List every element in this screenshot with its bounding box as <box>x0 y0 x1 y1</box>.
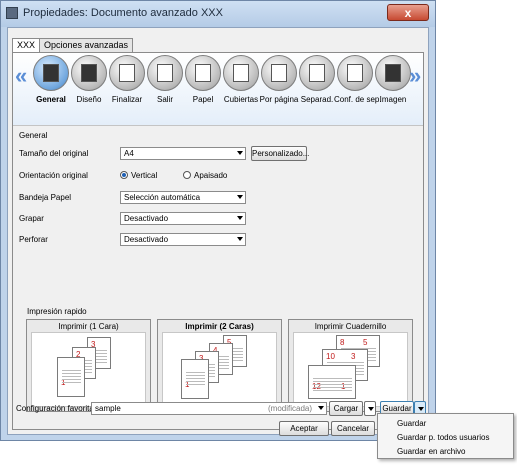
orientation-landscape-label: Apaisado <box>194 171 228 180</box>
menu-item-save-to-file[interactable]: Guardar en archivo <box>397 447 465 456</box>
category-general[interactable]: General <box>30 55 72 117</box>
load-dropdown-button[interactable] <box>364 401 376 416</box>
category-label: Finalizar <box>111 95 143 104</box>
chevron-down-icon <box>237 216 243 220</box>
quick-print-duplex[interactable]: Imprimir (2 Caras) 5 4 3 1 A4 <box>157 319 282 412</box>
quick-print-label: Imprimir (2 Caras) <box>185 322 254 331</box>
image-icon <box>385 64 401 82</box>
paper-tray-select[interactable]: Selección automática <box>120 191 246 204</box>
printer-icon <box>6 7 18 19</box>
staple-value: Desactivado <box>124 214 169 223</box>
punch-select[interactable]: Desactivado <box>120 233 246 246</box>
staple-label: Grapar <box>19 214 44 223</box>
category-output[interactable]: Salir <box>144 55 186 117</box>
scroll-right-icon[interactable]: » <box>409 63 421 89</box>
dialog-body: XXX Opciones avanzadas « General Diseño … <box>7 27 429 436</box>
category-per-page[interactable]: Por página <box>258 55 300 117</box>
document-preview: 3 2 1 <box>31 332 146 407</box>
title-bar: Propiedades: Documento avanzado XXX x <box>1 1 435 27</box>
paper-tray-value: Selección automática <box>124 193 201 202</box>
category-iconbar: « General Diseño Finalizar Salir Papel C… <box>13 53 423 125</box>
tab-advanced-options[interactable]: Opciones avanzadas <box>39 38 134 52</box>
original-size-select[interactable]: A4 <box>120 147 246 160</box>
category-label: Por página <box>259 95 299 104</box>
properties-window: Propiedades: Documento avanzado XXX x XX… <box>0 0 436 441</box>
category-separator-settings[interactable]: Conf. de sep. <box>334 55 382 117</box>
per-page-icon <box>271 64 287 82</box>
chevron-down-icon <box>237 151 243 155</box>
load-button[interactable]: Cargar <box>329 401 363 416</box>
paper-icon <box>195 64 211 82</box>
punch-value: Desactivado <box>124 235 169 244</box>
separator-icon <box>309 64 325 82</box>
quick-print-label: Imprimir Cuadernillo <box>314 322 387 331</box>
category-label: Imagen <box>379 95 407 104</box>
favorite-settings-label: Configuración favorita <box>16 404 94 413</box>
finishing-icon <box>119 64 135 82</box>
category-covers[interactable]: Cubiertas <box>220 55 262 117</box>
section-title: General <box>19 131 48 140</box>
quick-print-simplex[interactable]: Imprimir (1 Cara) 3 2 1 A4 <box>26 319 151 412</box>
quick-print-title: Impresión rapido <box>27 307 87 316</box>
category-finishing[interactable]: Finalizar <box>106 55 148 117</box>
covers-icon <box>233 64 249 82</box>
document-preview: 85 103 121 <box>293 332 408 407</box>
chevron-down-icon <box>237 195 243 199</box>
orientation-vertical-label: Vertical <box>131 171 158 180</box>
category-label: Cubiertas <box>223 95 259 104</box>
favorite-settings-value: sample <box>95 404 121 413</box>
category-layout[interactable]: Diseño <box>68 55 110 117</box>
category-label: Salir <box>156 95 173 104</box>
punch-label: Perforar <box>19 235 48 244</box>
favorite-settings-select[interactable]: sample (modificada) <box>91 402 327 415</box>
tab-xxx[interactable]: XXX <box>12 38 41 53</box>
staple-select[interactable]: Desactivado <box>120 212 246 225</box>
category-label: Papel <box>192 95 214 104</box>
chevron-down-icon <box>368 407 374 411</box>
scroll-left-icon[interactable]: « <box>15 63 27 89</box>
category-paper[interactable]: Papel <box>182 55 224 117</box>
original-size-label: Tamaño del original <box>19 149 89 158</box>
window-title: Propiedades: Documento avanzado XXX <box>23 7 223 19</box>
chevron-down-icon <box>237 237 243 241</box>
save-dropdown-menu: Guardar Guardar p. todos usuarios Guarda… <box>377 413 514 459</box>
category-label: Diseño <box>76 95 102 104</box>
close-button[interactable]: x <box>387 4 429 21</box>
quick-print-label: Imprimir (1 Cara) <box>58 322 119 331</box>
orientation-landscape-radio[interactable] <box>183 171 191 179</box>
paper-tray-label: Bandeja Papel <box>19 193 72 202</box>
quick-print-booklet[interactable]: Imprimir Cuadernillo 85 103 121 A3 <box>288 319 413 412</box>
output-icon <box>157 64 173 82</box>
general-icon <box>43 64 59 82</box>
category-label: Conf. de sep. <box>334 95 382 104</box>
orientation-vertical-radio[interactable] <box>120 171 128 179</box>
favorite-settings-status: (modificada) <box>267 404 312 413</box>
divider <box>13 125 423 126</box>
chevron-down-icon <box>418 407 424 411</box>
layout-icon <box>81 64 97 82</box>
tab-content: « General Diseño Finalizar Salir Papel C… <box>12 52 424 430</box>
category-label: General <box>36 95 66 104</box>
menu-item-save-all-users[interactable]: Guardar p. todos usuarios <box>397 433 490 442</box>
category-image[interactable]: Imagen <box>372 55 414 117</box>
category-label: Separad. <box>300 95 334 104</box>
chevron-down-icon <box>318 406 324 410</box>
custom-size-button[interactable]: Personalizado... <box>251 146 309 161</box>
document-preview: 5 4 3 1 <box>162 332 277 407</box>
orientation-label: Orientación original <box>19 171 88 180</box>
menu-item-save[interactable]: Guardar <box>397 419 426 428</box>
cancel-button[interactable]: Cancelar <box>331 421 375 436</box>
separator-settings-icon <box>347 64 363 82</box>
ok-button[interactable]: Aceptar <box>279 421 329 436</box>
category-separator[interactable]: Separad. <box>296 55 338 117</box>
original-size-value: A4 <box>124 149 134 158</box>
